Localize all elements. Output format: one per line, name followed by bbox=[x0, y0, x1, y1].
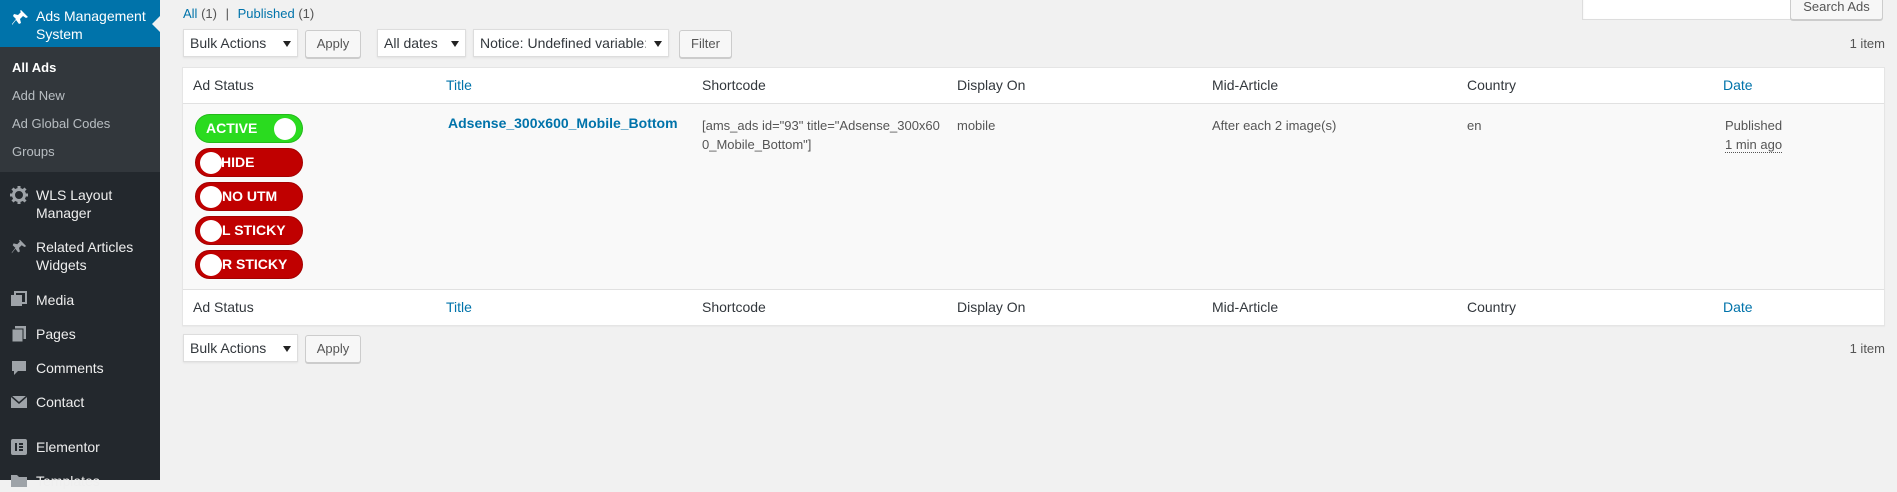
view-separator: | bbox=[225, 6, 229, 21]
pages-icon bbox=[10, 325, 28, 343]
notice-select[interactable]: Notice: Undefined variable: bbox=[473, 29, 669, 57]
col-date-sort-link[interactable]: Date bbox=[1723, 299, 1753, 315]
items-count-bottom: 1 item bbox=[1849, 341, 1885, 356]
toggle-label: ACTIVE bbox=[206, 120, 258, 136]
sidebar-item-templates[interactable]: Templates bbox=[0, 470, 160, 492]
col-display-on: Display On bbox=[957, 299, 1026, 315]
col-ad-status: Ad Status bbox=[193, 77, 254, 93]
bulk-actions-value: Bulk Actions bbox=[190, 35, 267, 51]
ad-date: Published 1 min ago bbox=[1725, 116, 1782, 154]
ad-mid-article: After each 2 image(s) bbox=[1212, 118, 1337, 133]
toggle-label: L STICKY bbox=[222, 222, 286, 238]
ad-date-ago: 1 min ago bbox=[1725, 137, 1783, 153]
view-published-link[interactable]: Published (1) bbox=[238, 6, 315, 21]
toggle-no-utm[interactable]: NO UTM bbox=[195, 182, 303, 211]
main-content: All (1) | Published (1) Search Ads Bulk … bbox=[160, 0, 1897, 480]
toggle-active[interactable]: ACTIVE bbox=[195, 114, 303, 143]
search-ads-button[interactable]: Search Ads bbox=[1790, 0, 1883, 20]
col-title-sort-link[interactable]: Title bbox=[446, 77, 472, 93]
table-row: ACTIVE HIDE NO UTM L STICKY R STICKY Ads… bbox=[183, 104, 1884, 289]
view-filters: All (1) | Published (1) bbox=[183, 6, 314, 21]
sidebar-item-label: WLS Layout Manager bbox=[36, 187, 113, 221]
sidebar-item-elementor[interactable]: Elementor bbox=[0, 436, 160, 458]
pin-icon bbox=[10, 8, 30, 28]
submenu-groups[interactable]: Groups bbox=[0, 138, 160, 166]
dates-value: All dates bbox=[384, 35, 438, 51]
toggle-label: R STICKY bbox=[222, 256, 288, 272]
apply-button-bottom[interactable]: Apply bbox=[305, 335, 361, 363]
toggle-l-sticky[interactable]: L STICKY bbox=[195, 216, 303, 245]
dates-select[interactable]: All dates bbox=[377, 29, 466, 57]
col-shortcode: Shortcode bbox=[702, 77, 766, 93]
sidebar-item-label: Media bbox=[36, 292, 75, 308]
items-count-top: 1 item bbox=[1849, 36, 1885, 51]
toggle-knob bbox=[200, 152, 222, 174]
search-input[interactable] bbox=[1582, 0, 1795, 20]
table-header: Ad Status Title Shortcode Display On Mid… bbox=[183, 68, 1884, 104]
sidebar-item-label: Elementor bbox=[36, 439, 100, 455]
col-country: Country bbox=[1467, 77, 1517, 93]
sidebar-item-contact[interactable]: Contact bbox=[0, 391, 160, 413]
toggle-hide[interactable]: HIDE bbox=[195, 148, 303, 177]
current-menu-arrow bbox=[152, 16, 160, 32]
col-shortcode: Shortcode bbox=[702, 299, 766, 315]
gear-icon bbox=[10, 186, 28, 204]
sidebar-item-ads-management[interactable]: Ads Management System bbox=[0, 0, 160, 47]
elementor-icon bbox=[10, 438, 28, 456]
notice-value: Notice: Undefined variable: bbox=[480, 35, 649, 51]
ad-country: en bbox=[1467, 118, 1482, 133]
admin-sidebar: Ads Management System All Ads Add New Ad… bbox=[0, 0, 160, 489]
sidebar-item-related-articles[interactable]: Related Articles Widgets bbox=[0, 234, 160, 278]
sidebar-item-label: Contact bbox=[36, 394, 85, 410]
view-all-link[interactable]: All (1) bbox=[183, 6, 217, 21]
mail-icon bbox=[10, 393, 28, 411]
toggle-knob bbox=[200, 186, 222, 208]
sidebar-item-label: Comments bbox=[36, 360, 104, 376]
sidebar-item-label: Templates bbox=[36, 473, 100, 489]
filter-button[interactable]: Filter bbox=[679, 30, 732, 58]
media-icon bbox=[10, 291, 28, 309]
ad-shortcode: [ams_ads id="93" title="Adsense_300x600_… bbox=[702, 118, 940, 152]
col-title-sort-link[interactable]: Title bbox=[446, 299, 472, 315]
chevron-down-icon bbox=[283, 346, 291, 352]
comment-icon bbox=[10, 359, 28, 377]
toggle-label: NO UTM bbox=[222, 188, 278, 204]
ad-display-on: mobile bbox=[957, 118, 996, 133]
col-display-on: Display On bbox=[957, 77, 1026, 93]
ad-title-link[interactable]: Adsense_300x600_Mobile_Bottom bbox=[448, 114, 678, 133]
col-country: Country bbox=[1467, 299, 1517, 315]
pin-icon bbox=[10, 238, 28, 256]
toggle-knob bbox=[200, 254, 222, 276]
sidebar-item-label: Related Articles Widgets bbox=[36, 239, 134, 273]
bulk-actions-select-top[interactable]: Bulk Actions bbox=[183, 29, 298, 57]
sidebar-item-pages[interactable]: Pages bbox=[0, 323, 160, 345]
col-ad-status: Ad Status bbox=[193, 299, 254, 315]
col-mid-article: Mid-Article bbox=[1212, 77, 1279, 93]
ad-date-status: Published bbox=[1725, 118, 1783, 133]
table-footer: Ad Status Title Shortcode Display On Mid… bbox=[183, 289, 1884, 325]
sidebar-submenu: All Ads Add New Ad Global Codes Groups bbox=[0, 47, 160, 172]
sidebar-item-media[interactable]: Media bbox=[0, 289, 160, 311]
chevron-down-icon bbox=[654, 41, 662, 47]
submenu-ad-global-codes[interactable]: Ad Global Codes bbox=[0, 110, 160, 138]
sidebar-item-label: Ads Management System bbox=[36, 8, 146, 42]
sidebar-item-comments[interactable]: Comments bbox=[0, 357, 160, 379]
toggle-label: HIDE bbox=[221, 154, 255, 170]
col-date-sort-link[interactable]: Date bbox=[1723, 77, 1753, 93]
submenu-all-ads[interactable]: All Ads bbox=[0, 54, 160, 82]
col-mid-article: Mid-Article bbox=[1212, 299, 1279, 315]
ads-table: Ad Status Title Shortcode Display On Mid… bbox=[182, 67, 1885, 326]
toggle-knob bbox=[200, 220, 222, 242]
toggle-r-sticky[interactable]: R STICKY bbox=[195, 250, 303, 279]
toggle-knob bbox=[274, 118, 296, 140]
bulk-actions-value: Bulk Actions bbox=[190, 340, 267, 356]
sidebar-item-label: Pages bbox=[36, 326, 76, 342]
folder-icon bbox=[10, 472, 28, 490]
chevron-down-icon bbox=[283, 41, 291, 47]
sidebar-item-wls-layout-manager[interactable]: WLS Layout Manager bbox=[0, 182, 160, 226]
apply-button-top[interactable]: Apply bbox=[305, 30, 361, 58]
submenu-add-new[interactable]: Add New bbox=[0, 82, 160, 110]
chevron-down-icon bbox=[451, 41, 459, 47]
bulk-actions-select-bottom[interactable]: Bulk Actions bbox=[183, 334, 298, 362]
